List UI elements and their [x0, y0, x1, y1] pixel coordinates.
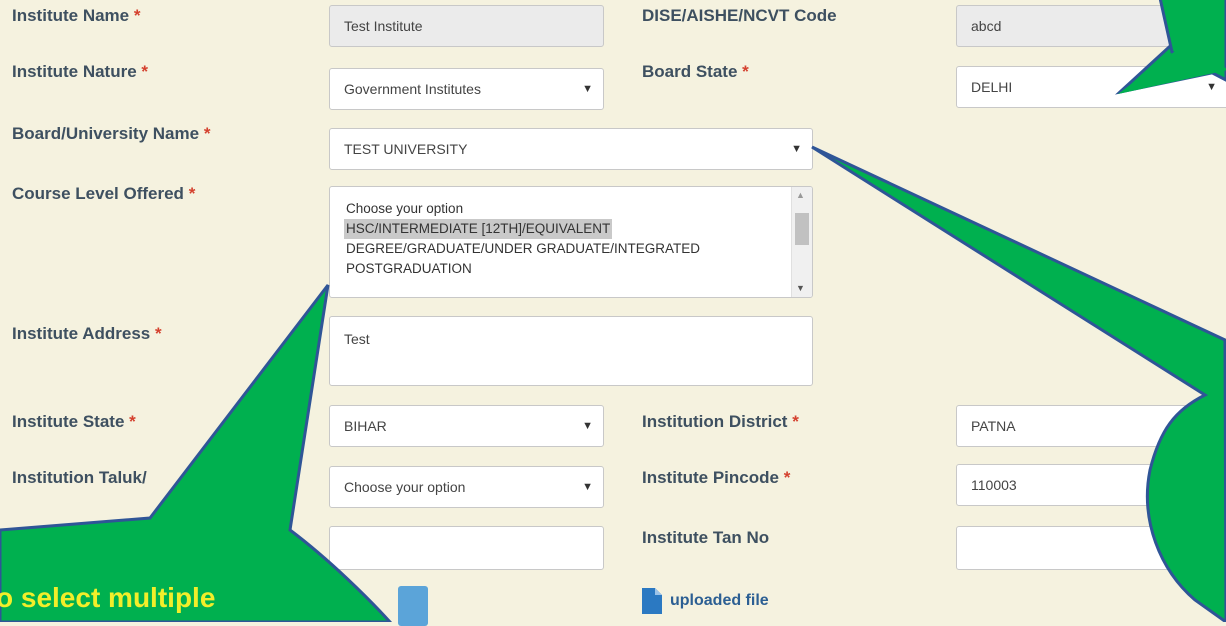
field-value: abcd: [971, 18, 1002, 34]
label-text: Institute Name: [12, 6, 130, 25]
chevron-down-icon: ▼: [791, 143, 802, 155]
list-option[interactable]: Choose your option: [344, 199, 465, 219]
dise-code-field[interactable]: abcd: [956, 5, 1226, 47]
field-value: 110003: [971, 477, 1017, 493]
label-institute-address: Institute Address *: [12, 324, 162, 344]
label-text: Institute Nature: [12, 62, 137, 81]
label-text: Institution District: [642, 412, 788, 431]
list-option[interactable]: POSTGRADUATION: [344, 259, 474, 279]
label-institute-pincode: Institute Pincode *: [642, 468, 790, 488]
chevron-down-icon: ▼: [582, 481, 593, 493]
institute-name-field[interactable]: Test Institute: [329, 5, 604, 47]
list-option[interactable]: DEGREE/GRADUATE/UNDER GRADUATE/INTEGRATE…: [344, 239, 702, 259]
upload-button[interactable]: [398, 586, 428, 626]
course-level-multiselect[interactable]: Choose your option HSC/INTERMEDIATE [12T…: [329, 186, 813, 298]
required-marker: *: [203, 124, 211, 143]
label-course-level: Course Level Offered *: [12, 184, 195, 204]
label-text: Course Level Offered: [12, 184, 184, 203]
label-dise-code: DISE/AISHE/NCVT Code: [642, 6, 837, 26]
required-marker: *: [141, 62, 149, 81]
board-university-select[interactable]: TEST UNIVERSITY ▼: [329, 128, 813, 170]
required-marker: *: [783, 468, 791, 487]
label-board-state: Board State *: [642, 62, 749, 82]
label-text: Institute Address: [12, 324, 151, 343]
chevron-down-icon: ▼: [582, 83, 593, 95]
required-marker: *: [154, 324, 162, 343]
institution-taluk-select[interactable]: Choose your option ▼: [329, 466, 604, 508]
chevron-down-icon: ▼: [1206, 81, 1217, 93]
field-value: PATNA: [971, 418, 1016, 434]
scrollbar-thumb[interactable]: [795, 213, 809, 245]
label-text: Institute Pincode: [642, 468, 779, 487]
institute-state-select[interactable]: BIHAR ▼: [329, 405, 604, 447]
callout-left-text: o select multiple: [0, 582, 216, 613]
institute-tan-field[interactable]: [956, 526, 1226, 570]
institute-address-textarea[interactable]: Test: [329, 316, 813, 386]
label-text: Institute Tan No: [642, 528, 770, 547]
extra-input-field[interactable]: [329, 526, 604, 570]
label-text: Board State: [642, 62, 738, 81]
field-value: Test Institute: [344, 18, 423, 34]
required-marker: *: [792, 412, 799, 431]
label-institute-state: Institute State *: [12, 412, 136, 432]
uploaded-file-label: uploaded file: [670, 592, 769, 609]
label-board-university: Board/University Name *: [12, 124, 210, 144]
field-value: Test: [344, 331, 370, 347]
label-institute-name: Institute Name *: [12, 6, 141, 26]
required-marker: *: [133, 6, 141, 25]
label-institution-district: Institution District *: [642, 412, 799, 432]
required-marker: *: [129, 412, 136, 431]
label-institution-taluk: Institution Taluk/: [12, 468, 147, 488]
label-institute-tan: Institute Tan No: [642, 528, 769, 548]
required-marker: *: [188, 184, 196, 203]
label-institute-nature: Institute Nature *: [12, 62, 148, 82]
field-value: Government Institutes: [344, 81, 481, 97]
institute-pincode-field[interactable]: 110003: [956, 464, 1226, 506]
field-value: TEST UNIVERSITY: [344, 141, 468, 157]
field-value: DELHI: [971, 79, 1013, 95]
field-value: BIHAR: [344, 418, 387, 434]
institution-district-field[interactable]: PATNA: [956, 405, 1226, 447]
chevron-down-icon: ▼: [582, 420, 593, 432]
institute-nature-select[interactable]: Government Institutes ▼: [329, 68, 604, 110]
scrollbar[interactable]: ▲ ▼: [791, 187, 812, 297]
board-state-select[interactable]: DELHI ▼: [956, 66, 1226, 108]
label-text: DISE/AISHE/NCVT Code: [642, 6, 837, 25]
label-text: Institute State: [12, 412, 125, 431]
file-icon: [642, 588, 662, 614]
label-text: Board/University Name: [12, 124, 200, 143]
label-text: Institution Taluk/: [12, 468, 147, 487]
scroll-down-icon[interactable]: ▼: [796, 283, 805, 293]
scroll-up-icon[interactable]: ▲: [796, 190, 805, 200]
list-option-selected[interactable]: HSC/INTERMEDIATE [12TH]/EQUIVALENT: [344, 219, 613, 239]
field-value: Choose your option: [344, 479, 466, 495]
uploaded-file-link[interactable]: uploaded file: [642, 588, 769, 614]
required-marker: *: [742, 62, 749, 81]
